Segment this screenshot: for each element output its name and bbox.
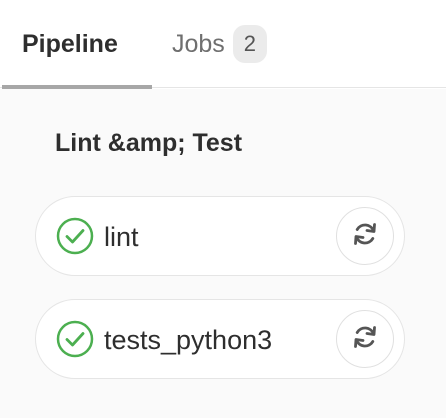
tab-jobs[interactable]: Jobs 2 bbox=[172, 0, 267, 88]
retry-icon bbox=[351, 220, 379, 253]
stage-title: Lint &amp; Test bbox=[55, 129, 243, 157]
pipeline-tabs: Pipeline Jobs 2 bbox=[0, 0, 446, 89]
retry-button[interactable] bbox=[336, 207, 394, 265]
stage-column: Lint &amp; Test lint tests_python3 bbox=[0, 89, 446, 418]
check-circle-icon bbox=[56, 217, 94, 255]
retry-icon bbox=[351, 323, 379, 356]
job-item-lint[interactable]: lint bbox=[35, 196, 405, 276]
tab-pipeline[interactable]: Pipeline bbox=[0, 0, 152, 89]
check-circle-icon bbox=[56, 320, 94, 358]
jobs-count-badge: 2 bbox=[232, 25, 267, 63]
job-item-tests-python3[interactable]: tests_python3 bbox=[35, 299, 405, 379]
tab-pipeline-label: Pipeline bbox=[22, 29, 118, 58]
job-name[interactable]: lint bbox=[104, 197, 139, 277]
retry-button[interactable] bbox=[336, 310, 394, 368]
job-name[interactable]: tests_python3 bbox=[104, 300, 272, 380]
tab-jobs-label: Jobs bbox=[172, 29, 225, 58]
